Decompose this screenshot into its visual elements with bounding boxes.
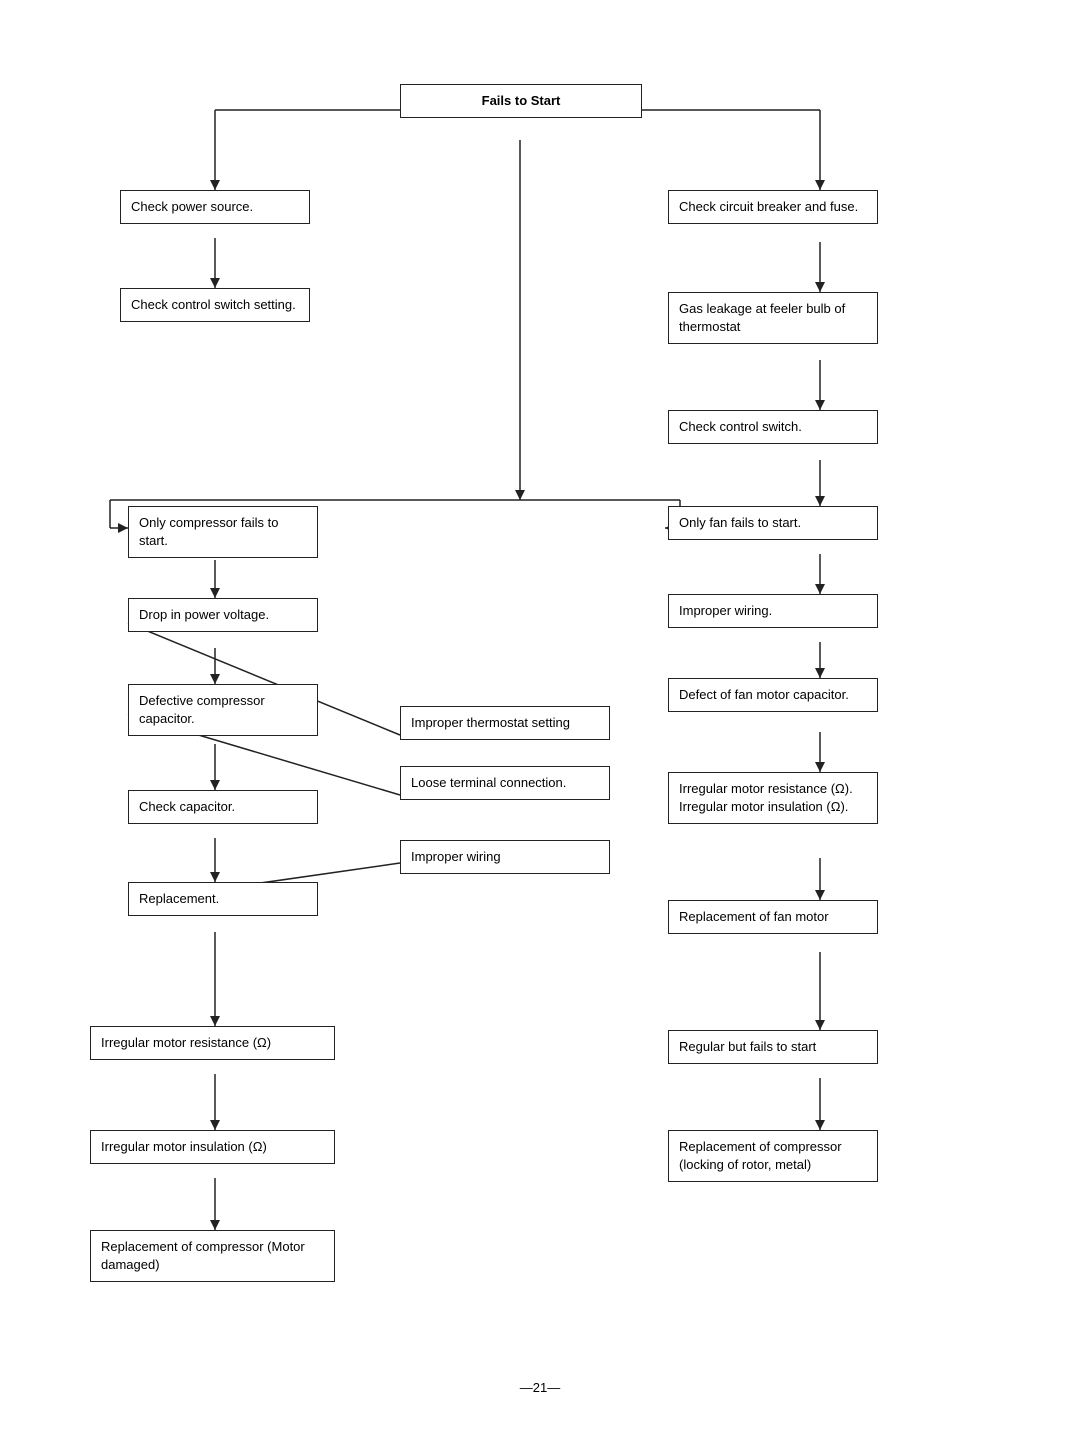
improper-wiring-fan-box: Improper wiring.: [668, 594, 878, 628]
irregular-motor-resistance-left-box: Irregular motor resistance (Ω): [90, 1026, 335, 1060]
flowchart: Fails to Start Check power source. Check…: [30, 40, 1050, 1360]
replacement-compressor-motor-box: Replacement of compressor (Motor damaged…: [90, 1230, 335, 1282]
irregular-motor-right-box: Irregular motor resistance (Ω). Irregula…: [668, 772, 878, 824]
gas-leakage-box: Gas leakage at feeler bulb of thermostat: [668, 292, 878, 344]
check-power-box: Check power source.: [120, 190, 310, 224]
page: Fails to Start Check power source. Check…: [0, 0, 1080, 1455]
improper-thermostat-box: Improper thermostat setting: [400, 706, 610, 740]
drop-power-box: Drop in power voltage.: [128, 598, 318, 632]
check-control-switch-box: Check control switch.: [668, 410, 878, 444]
replacement-compressor-rotor-box: Replacement of compressor (locking of ro…: [668, 1130, 878, 1182]
regular-fails-box: Regular but fails to start: [668, 1030, 878, 1064]
page-number: —21—: [30, 1380, 1050, 1395]
irregular-motor-insulation-left-box: Irregular motor insulation (Ω): [90, 1130, 335, 1164]
check-circuit-box: Check circuit breaker and fuse.: [668, 190, 878, 224]
only-fan-box: Only fan fails to start.: [668, 506, 878, 540]
check-control-switch-setting-box: Check control switch setting.: [120, 288, 310, 322]
only-compressor-box: Only compressor fails to start.: [128, 506, 318, 558]
replacement-fan-motor-box: Replacement of fan motor: [668, 900, 878, 934]
check-capacitor-box: Check capacitor.: [128, 790, 318, 824]
replacement-box: Replacement.: [128, 882, 318, 916]
start-box: Fails to Start: [400, 84, 642, 118]
loose-terminal-box: Loose terminal connection.: [400, 766, 610, 800]
defective-compressor-cap-box: Defective compressor capacitor.: [128, 684, 318, 736]
improper-wiring-box: Improper wiring: [400, 840, 610, 874]
defect-fan-motor-cap-box: Defect of fan motor capacitor.: [668, 678, 878, 712]
